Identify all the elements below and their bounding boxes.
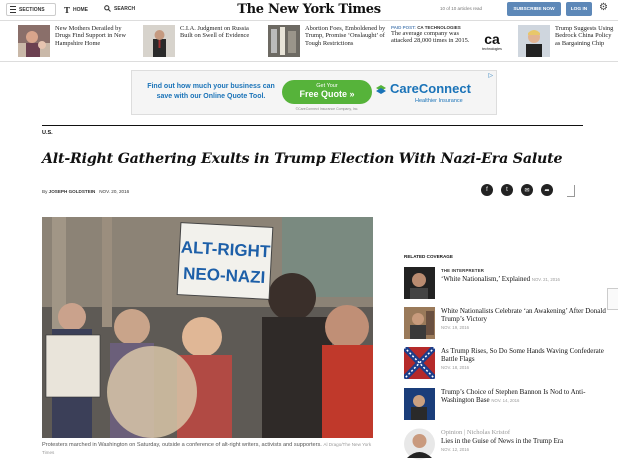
- ribbon-thumbnail: [518, 25, 550, 57]
- section-divider: [42, 125, 583, 126]
- related-item[interactable]: As Trump Rises, So Do Some Hands Waving …: [404, 347, 604, 381]
- gear-icon[interactable]: ⚙: [599, 3, 608, 13]
- opinion-author[interactable]: Nicholas Kristof: [467, 429, 510, 436]
- ad-brand-sub: Healthier Insurance: [415, 98, 463, 104]
- ribbon-headline: Abortion Foes, Emboldened by Trump, Prom…: [305, 25, 386, 47]
- facebook-share-icon[interactable]: f: [481, 184, 493, 196]
- story-ribbon: New Mothers Derailed by Drugs Find Suppo…: [0, 20, 618, 62]
- related-thumbnail: [404, 267, 435, 299]
- ad-brand: CareConnect: [390, 81, 471, 96]
- ribbon-thumbnail: [18, 25, 50, 57]
- related-thumbnail: [404, 307, 435, 339]
- related-text: Opinion | Nicholas Kristof Lies in the G…: [441, 429, 564, 452]
- ribbon-thumbnail: [143, 25, 175, 57]
- save-bookmark-icon[interactable]: [567, 185, 575, 197]
- related-item[interactable]: Trump’s Choice of Stephen Bannon Is Nod …: [404, 388, 604, 422]
- related-headline[interactable]: ‘White Nationalism,’ Explained: [441, 275, 530, 283]
- ribbon-headline: New Mothers Derailed by Drugs Find Suppo…: [55, 25, 127, 47]
- ribbon-item[interactable]: New Mothers Derailed by Drugs Find Suppo…: [18, 25, 138, 57]
- ribbon-item[interactable]: Abortion Foes, Emboldened by Trump, Prom…: [268, 25, 388, 57]
- more-share-icon[interactable]: ➦: [541, 184, 553, 196]
- articles-read-counter: 10 of 10 articles read: [440, 6, 483, 11]
- article-headline: Alt-Right Gathering Exults in Trump Elec…: [42, 151, 563, 167]
- ribbon-headline: The average company was attacked 28,000 …: [391, 30, 470, 45]
- ribbon-paid-post[interactable]: PAID POST: CA TECHNOLOGIES The average c…: [391, 25, 511, 57]
- related-text: Trump’s Choice of Stephen Bannon Is Nod …: [441, 388, 606, 405]
- related-coverage-title: RELATED COVERAGE: [404, 254, 453, 259]
- ribbon-item[interactable]: Trump Suggests Using Bedrock China Polic…: [518, 25, 618, 57]
- related-thumbnail: [404, 388, 435, 420]
- ribbon-headline: Trump Suggests Using Bedrock China Polic…: [555, 25, 614, 47]
- twitter-share-icon[interactable]: t: [501, 184, 513, 196]
- ribbon-thumbnail: [268, 25, 300, 57]
- ca-technologies-logo: ca technologies: [482, 31, 502, 51]
- article-photo[interactable]: ALT-RIGHT NEO-NAZI: [42, 217, 373, 438]
- related-headline[interactable]: Lies in the Guise of News in the Trump E…: [441, 437, 563, 445]
- section-label[interactable]: U.S.: [42, 130, 53, 136]
- advertisement-banner[interactable]: Find out how much your business can save…: [131, 70, 497, 115]
- ad-quote-button[interactable]: Get Your Free Quote »: [282, 80, 372, 104]
- related-date: NOV. 18, 2016: [441, 365, 470, 370]
- related-item[interactable]: THE INTERPRETER ‘White Nationalism,’ Exp…: [404, 267, 604, 301]
- ribbon-headline: C.I.A. Judgment on Russia Built on Swell…: [180, 25, 250, 40]
- related-text: As Trump Rises, So Do Some Hands Waving …: [441, 347, 606, 372]
- related-item[interactable]: White Nationalists Celebrate ‘an Awakeni…: [404, 307, 606, 341]
- related-author-avatar: [404, 428, 435, 460]
- related-date: NOV. 21, 2016: [531, 277, 560, 282]
- ad-fineprint: ©CareConnect Insurance Company, Inc.: [295, 107, 359, 111]
- related-headline[interactable]: White Nationalists Celebrate ‘an Awakeni…: [441, 307, 606, 323]
- subscribe-button[interactable]: SUBSCRIBE NOW: [507, 2, 561, 16]
- ribbon-item[interactable]: C.I.A. Judgment on Russia Built on Swell…: [143, 25, 261, 57]
- related-date: NOV. 19, 2016: [441, 325, 470, 330]
- related-item[interactable]: Opinion | Nicholas Kristof Lies in the G…: [404, 428, 604, 462]
- related-text: THE INTERPRETER ‘White Nationalism,’ Exp…: [441, 267, 606, 284]
- related-text: White Nationalists Celebrate ‘an Awakeni…: [441, 307, 606, 332]
- careconnect-logo-icon: [376, 85, 386, 94]
- related-thumbnail: [404, 347, 435, 379]
- related-date: NOV. 12, 2016: [441, 447, 470, 452]
- related-headline[interactable]: As Trump Rises, So Do Some Hands Waving …: [441, 347, 604, 363]
- article-date: NOV. 20, 2016: [99, 189, 130, 194]
- photo-caption: Protesters marched in Washington on Satu…: [42, 442, 372, 455]
- author-link[interactable]: JOSEPH GOLDSTEIN: [49, 189, 96, 194]
- ad-choices-icon[interactable]: ▷: [488, 72, 493, 79]
- top-bar: SECTIONS T HOME SEARCH The New York Time…: [0, 0, 618, 20]
- feedback-tab[interactable]: [607, 288, 618, 310]
- ad-quote-line2: Free Quote »: [299, 89, 355, 99]
- related-kicker: THE INTERPRETER: [441, 268, 485, 273]
- byline: By JOSEPH GOLDSTEIN NOV. 20, 2016: [42, 189, 130, 194]
- related-date: NOV. 14, 2016: [491, 398, 520, 403]
- email-share-icon[interactable]: ✉: [521, 184, 533, 196]
- ad-text: Find out how much your business can save…: [147, 83, 275, 100]
- opinion-label: Opinion: [441, 429, 463, 436]
- login-button[interactable]: LOG IN: [566, 2, 592, 16]
